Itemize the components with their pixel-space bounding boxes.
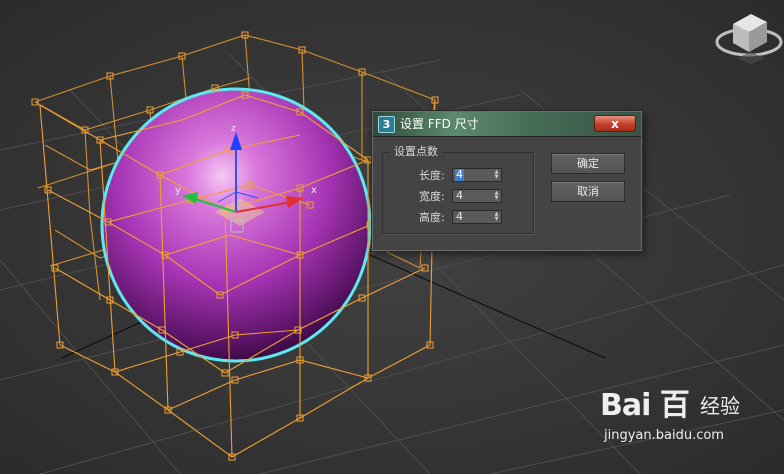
close-button[interactable]: x [594,115,636,132]
length-value[interactable]: 4 [455,169,464,181]
width-spinner[interactable]: 4 ▲ ▼ [452,189,502,203]
baidu-watermark: Bai 百 经验 jingyan.baidu.com [600,388,750,460]
height-spinner[interactable]: 4 ▲ ▼ [452,210,502,224]
width-row: 宽度: 4 ▲ ▼ [373,189,533,205]
gizmo-y-label: y [175,185,181,196]
gizmo-z-label: z [231,124,236,134]
cancel-button[interactable]: 取消 [551,181,625,202]
height-value[interactable]: 4 [455,211,464,223]
dialog-titlebar[interactable]: 3 设置 FFD 尺寸 x [373,112,641,137]
3dsmax-app-icon: 3 [378,116,395,133]
ffd-dimensions-dialog: 3 设置 FFD 尺寸 x 设置点数 长度: 4 ▲ ▼ 宽度: 4 ▲ ▼ 高度:… [372,111,642,251]
watermark-url: jingyan.baidu.com [604,428,724,443]
dialog-title: 设置 FFD 尺寸 [400,117,479,131]
ok-button[interactable]: 确定 [551,153,625,174]
spinner-arrows-icon[interactable]: ▲ ▼ [493,191,500,201]
width-label: 宽度: [419,190,445,203]
point-count-group-label: 设置点数 [390,145,442,159]
baidu-logo: Bai 百 [600,388,690,423]
length-spinner[interactable]: 4 ▲ ▼ [452,168,502,182]
height-label: 高度: [419,211,445,224]
length-label: 长度: [419,169,445,182]
watermark-title: 经验 [700,394,740,418]
length-row: 长度: 4 ▲ ▼ [373,168,533,184]
height-row: 高度: 4 ▲ ▼ [373,210,533,226]
gizmo-x-label: x [311,185,317,196]
spinner-arrows-icon[interactable]: ▲ ▼ [493,212,500,222]
spinner-arrows-icon[interactable]: ▲ ▼ [493,170,500,180]
width-value[interactable]: 4 [455,190,464,202]
